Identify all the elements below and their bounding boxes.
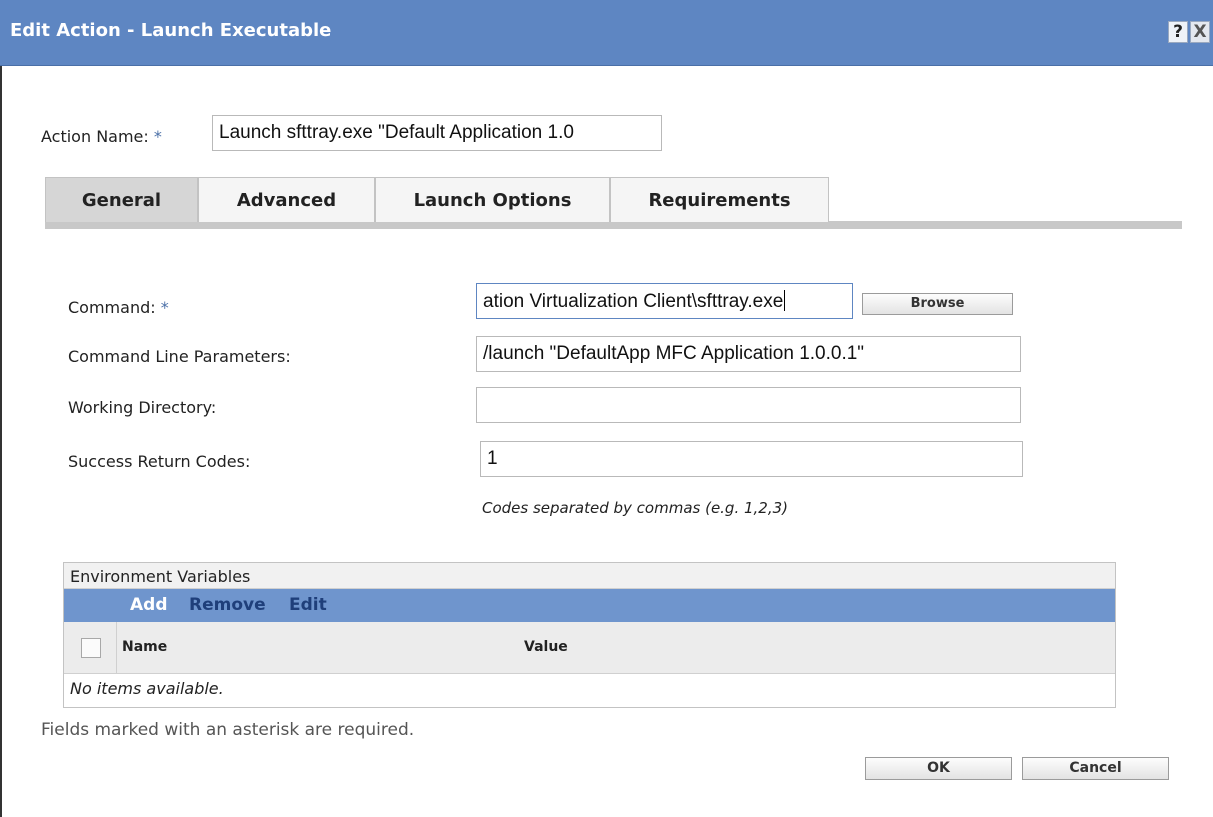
dialog-titlebar: Edit Action - Launch Executable ? X — [0, 0, 1213, 66]
working-directory-label: Working Directory: — [68, 398, 217, 417]
command-label-text: Command: — [68, 298, 156, 317]
close-icon[interactable]: X — [1190, 21, 1210, 43]
help-icon[interactable]: ? — [1168, 21, 1188, 43]
required-asterisk: * — [160, 298, 169, 317]
action-name-label: Action Name: * — [41, 127, 162, 146]
required-asterisk: * — [153, 127, 162, 146]
command-input-value: ation Virtualization Client\sfttray.exe — [483, 291, 784, 312]
ok-button[interactable]: OK — [865, 757, 1012, 780]
action-name-label-text: Action Name: — [41, 127, 149, 146]
environment-variables-title: Environment Variables — [64, 563, 1115, 589]
environment-variables-header-row: Name Value — [64, 622, 1115, 674]
tab-requirements[interactable]: Requirements — [610, 177, 829, 222]
tab-advanced[interactable]: Advanced — [198, 177, 375, 222]
command-line-parameters-label: Command Line Parameters: — [68, 347, 291, 366]
edit-link[interactable]: Edit — [289, 595, 327, 615]
select-all-checkbox[interactable] — [81, 638, 101, 658]
column-header-name[interactable]: Name — [122, 639, 167, 655]
column-divider — [116, 622, 117, 674]
tab-strip: General Advanced Launch Options Requirem… — [45, 177, 1182, 232]
text-caret — [784, 290, 786, 311]
empty-message: No items available. — [70, 679, 224, 698]
success-return-codes-label: Success Return Codes: — [68, 452, 251, 471]
success-return-codes-input[interactable]: 1 — [480, 441, 1023, 477]
column-header-value[interactable]: Value — [524, 639, 568, 655]
required-fields-note: Fields marked with an asterisk are requi… — [41, 720, 415, 740]
dialog-frame-edge — [0, 66, 2, 817]
command-line-parameters-input[interactable]: /launch "DefaultApp MFC Application 1.0.… — [476, 336, 1021, 372]
environment-variables-panel: Environment Variables Add Remove Edit Na… — [63, 562, 1116, 708]
tab-baseline — [45, 221, 1182, 229]
remove-link[interactable]: Remove — [189, 595, 266, 615]
environment-variables-toolbar: Add Remove Edit — [64, 589, 1115, 622]
command-input[interactable]: ation Virtualization Client\sfttray.exe — [476, 283, 853, 319]
action-name-input[interactable]: Launch sfttray.exe "Default Application … — [212, 115, 662, 151]
add-link[interactable]: Add — [130, 595, 168, 615]
return-codes-hint: Codes separated by commas (e.g. 1,2,3) — [482, 499, 789, 517]
command-label: Command: * — [68, 298, 169, 317]
cancel-button[interactable]: Cancel — [1022, 757, 1169, 780]
tab-launch-options[interactable]: Launch Options — [375, 177, 610, 222]
browse-button[interactable]: Browse — [862, 293, 1013, 315]
tab-general[interactable]: General — [45, 177, 198, 222]
dialog-title: Edit Action - Launch Executable — [10, 20, 332, 41]
working-directory-input[interactable] — [476, 387, 1021, 423]
